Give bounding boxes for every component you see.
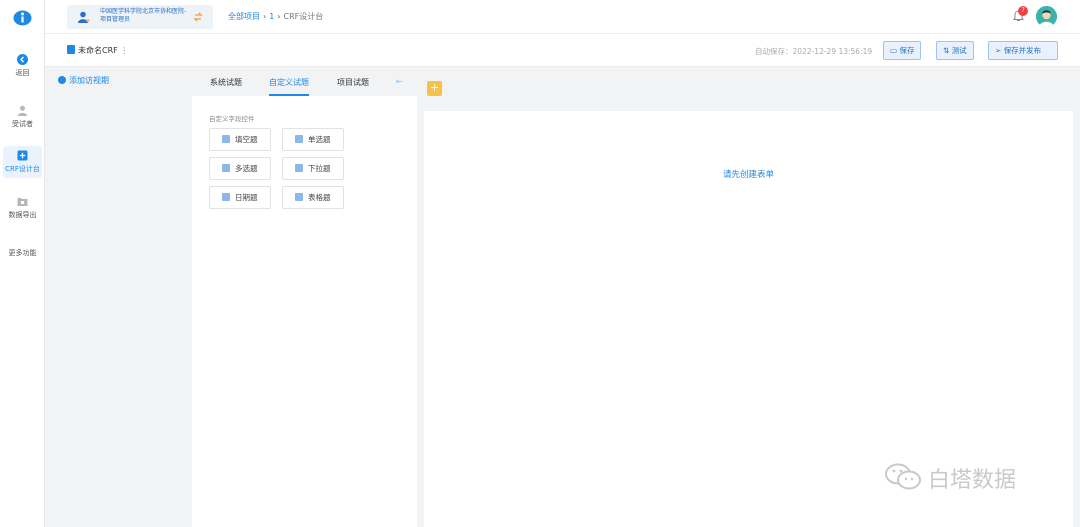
doctor-avatar-icon (1036, 6, 1057, 27)
rail-more-label: 更多功能 (8, 249, 37, 257)
rail-data-export-label: 数据导出 (8, 211, 37, 219)
rail-more[interactable]: 更多功能 (0, 248, 45, 258)
control-label: 下拉题 (308, 164, 331, 173)
tab-custom[interactable]: 自定义试题 (269, 77, 309, 88)
document-toolbar: 未命名CRF ⋮ 自动保存：2022-12-29 13:56:19 ▭ 保存 ⇅… (45, 34, 1080, 67)
control-date[interactable]: 日期题 (209, 186, 271, 209)
person-icon (18, 105, 27, 116)
empty-canvas-message[interactable]: 请先创建表单 (424, 168, 1073, 180)
control-single-choice[interactable]: 单选题 (282, 128, 344, 151)
document-icon (67, 45, 75, 54)
add-visit-label: 添加访视期 (69, 76, 109, 85)
org-chip[interactable]: 中国医学科学院北京市协和医院-项目管理员 (67, 5, 213, 29)
crf-design-icon (17, 150, 28, 161)
control-label: 填空题 (235, 135, 258, 144)
top-header: 中国医学科学院北京市协和医院-项目管理员 全部项目 › 1 › CRF设计台 7 (45, 0, 1080, 34)
avatar[interactable] (1036, 6, 1057, 27)
autosave-status: 自动保存：2022-12-29 13:56:19 (755, 47, 873, 56)
breadcrumb-current: CRF设计台 (283, 12, 324, 21)
plus-icon (58, 76, 66, 84)
save-button[interactable]: ▭ 保存 (883, 41, 922, 60)
control-label: 表格题 (308, 193, 331, 202)
doc-more-icon[interactable]: ⋮ (120, 46, 128, 55)
dropdown-icon (295, 164, 303, 172)
add-form-button[interactable]: + (427, 81, 442, 96)
doc-title[interactable]: 未命名CRF ⋮ (67, 45, 128, 56)
control-fill-in[interactable]: 填空题 (209, 128, 271, 151)
left-rail: 返回 受试者 CRF设计台 数据导出 更多功能 (0, 0, 45, 527)
control-label: 多选题 (235, 164, 258, 173)
rail-crf-design[interactable]: CRF设计台 (0, 150, 45, 174)
control-label: 日期题 (235, 193, 258, 202)
active-tab-indicator (269, 94, 309, 96)
add-visit-link[interactable]: 添加访视期 (58, 75, 109, 86)
calendar-icon (222, 193, 230, 201)
send-icon: ➢ (995, 46, 1002, 55)
single-choice-icon (295, 135, 303, 143)
collapse-icon[interactable]: ⇤ (396, 77, 403, 86)
table-icon (295, 193, 303, 201)
rail-crf-design-label: CRF设计台 (5, 165, 40, 173)
save-publish-button[interactable]: ➢ 保存并发布 (988, 41, 1058, 60)
doc-title-text: 未命名CRF (78, 46, 118, 55)
breadcrumb: 全部项目 › 1 › CRF设计台 (228, 11, 323, 22)
rail-data-export[interactable]: 数据导出 (0, 196, 45, 220)
checkbox-icon (222, 164, 230, 172)
test-icon: ⇅ (943, 46, 950, 55)
save-icon: ▭ (890, 46, 898, 55)
test-button[interactable]: ⇅ 测试 (936, 41, 974, 60)
rail-subjects-label: 受试者 (12, 120, 33, 128)
watermark: 白塔数据 (884, 462, 1016, 494)
person-icon (78, 11, 90, 23)
test-button-label: 测试 (951, 46, 967, 55)
breadcrumb-project[interactable]: 1 (269, 12, 274, 21)
notification-badge: 7 (1018, 6, 1028, 16)
back-icon (17, 54, 28, 65)
rail-back[interactable]: 返回 (0, 54, 45, 78)
watermark-text: 白塔数据 (928, 468, 1017, 493)
rail-back-label: 返回 (15, 69, 30, 77)
tab-system[interactable]: 系统试题 (210, 77, 242, 88)
breadcrumb-all-projects[interactable]: 全部项目 (228, 12, 260, 21)
tab-project[interactable]: 项目试题 (337, 77, 369, 88)
control-label: 单选题 (308, 135, 331, 144)
control-multi-choice[interactable]: 多选题 (209, 157, 271, 180)
breadcrumb-separator: › (263, 12, 267, 21)
controls-caption: 自定义字段控件 (209, 115, 255, 123)
save-button-label: 保存 (899, 46, 915, 55)
fill-in-icon (222, 135, 230, 143)
rail-subjects[interactable]: 受试者 (0, 105, 45, 129)
folder-icon (17, 198, 28, 206)
org-name: 中国医学科学院北京市协和医院-项目管理员 (100, 8, 187, 23)
library-tabs: 系统试题 自定义试题 项目试题 ⇤ (192, 67, 417, 96)
question-library: 系统试题 自定义试题 项目试题 ⇤ 自定义字段控件 填空题 单选题 多选题 下拉… (192, 67, 417, 527)
switch-org-icon[interactable] (193, 12, 203, 22)
control-dropdown[interactable]: 下拉题 (282, 157, 344, 180)
breadcrumb-separator: › (277, 12, 281, 21)
control-table[interactable]: 表格题 (282, 186, 344, 209)
save-publish-label: 保存并发布 (1003, 46, 1042, 55)
logo-icon[interactable] (13, 9, 32, 26)
wechat-icon (885, 463, 921, 490)
